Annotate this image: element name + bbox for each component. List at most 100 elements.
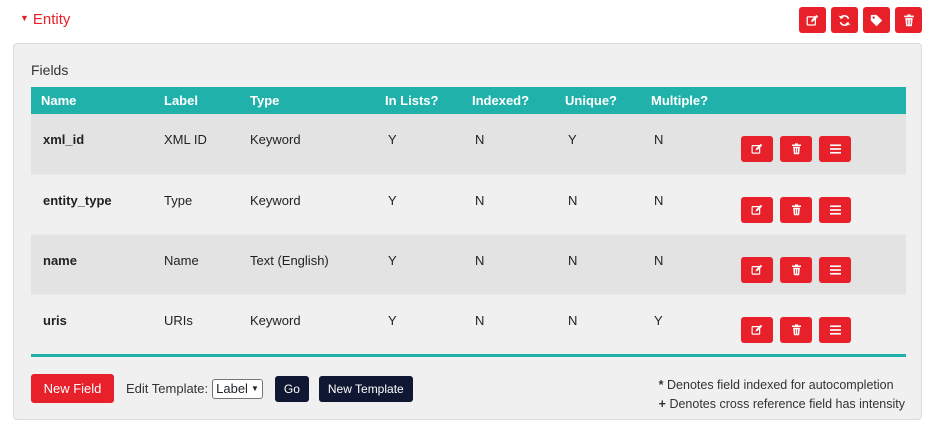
column-header-indexed: Indexed?	[472, 93, 530, 108]
row-actions	[741, 136, 906, 162]
field-type-cell: Keyword	[250, 312, 301, 328]
field-multiple-cell: N	[654, 192, 664, 208]
field-name-cell: uris	[43, 312, 67, 328]
edit-template-label: Edit Template:	[126, 381, 209, 396]
field-name-cell: xml_id	[43, 132, 85, 147]
tag-icon	[870, 14, 883, 26]
caret-down-icon: ▼	[20, 13, 29, 23]
field-label-cell: Type	[164, 192, 193, 208]
field-unique-cell: N	[568, 192, 578, 208]
field-menu-button[interactable]	[819, 256, 851, 283]
field-multiple-cell: Y	[654, 312, 663, 328]
field-name-cell: entity_type	[43, 192, 112, 208]
field-in-lists-cell: Y	[388, 132, 397, 147]
autocomplete-text: Denotes field indexed for autocompletion	[667, 378, 894, 392]
field-multiple-cell: N	[654, 252, 664, 268]
column-header-unique: Unique?	[565, 93, 617, 108]
trash-icon	[791, 143, 801, 155]
crossref-symbol: +	[658, 397, 666, 411]
field-label-cell: XML ID	[164, 132, 207, 147]
delete-field-button[interactable]	[780, 196, 812, 223]
row-actions-cell	[737, 114, 906, 174]
column-header-in-lists: In Lists?	[385, 93, 439, 108]
table-row: name Name Text (English) Y N N N	[31, 234, 906, 294]
trash-icon	[791, 203, 801, 215]
field-indexed-cell: N	[475, 252, 485, 268]
entity-actions	[799, 7, 922, 33]
table-toolbar: New Field Edit Template: Label ▼ Go New …	[31, 374, 413, 403]
trash-icon	[791, 263, 801, 275]
field-unique-cell: Y	[568, 132, 577, 147]
table-header-row: Name Label Type In Lists? Indexed? Uniqu…	[31, 87, 906, 114]
field-menu-button[interactable]	[819, 316, 851, 343]
fields-table: Name Label Type In Lists? Indexed? Uniqu…	[31, 87, 906, 355]
edit-icon	[751, 204, 763, 215]
table-row: entity_type Type Keyword Y N N N	[31, 174, 906, 234]
table-row: uris URIs Keyword Y N N Y	[31, 294, 906, 354]
edit-entity-button[interactable]	[799, 7, 826, 33]
row-actions-cell	[737, 234, 906, 294]
field-indexed-cell: N	[475, 132, 485, 147]
column-header-type: Type	[250, 93, 280, 108]
refresh-entity-button[interactable]	[831, 7, 858, 33]
row-actions-cell	[737, 294, 906, 354]
row-actions	[741, 196, 906, 223]
edit-field-button[interactable]	[741, 316, 773, 343]
edit-field-button[interactable]	[741, 196, 773, 223]
edit-icon	[751, 264, 763, 275]
field-name-cell: name	[43, 252, 77, 268]
delete-field-button[interactable]	[780, 316, 812, 343]
edit-icon	[751, 143, 763, 154]
delete-field-button[interactable]	[780, 136, 812, 162]
table-row: xml_id XML ID Keyword Y N Y N	[31, 114, 906, 174]
field-indexed-cell: N	[475, 192, 485, 208]
field-multiple-cell: N	[654, 132, 664, 147]
field-label-cell: Name	[164, 252, 199, 268]
row-actions	[741, 316, 906, 343]
field-type-cell: Keyword	[250, 192, 301, 208]
menu-icon	[829, 144, 841, 154]
column-header-label: Label	[164, 93, 198, 108]
row-actions-cell	[737, 174, 906, 234]
delete-field-button[interactable]	[780, 256, 812, 283]
trash-icon	[903, 13, 914, 26]
field-menu-button[interactable]	[819, 136, 851, 162]
delete-entity-button[interactable]	[895, 7, 922, 33]
field-unique-cell: N	[568, 252, 578, 268]
fields-title: Fields	[31, 62, 69, 78]
field-in-lists-cell: Y	[388, 192, 397, 208]
autocomplete-symbol: *	[658, 378, 664, 392]
table-footer-divider	[31, 354, 906, 357]
field-indexed-cell: N	[475, 312, 485, 328]
refresh-icon	[838, 14, 851, 26]
field-label-cell: URIs	[164, 312, 193, 328]
menu-icon	[829, 324, 841, 335]
field-type-cell: Keyword	[250, 132, 301, 147]
edit-icon	[806, 14, 819, 26]
field-menu-button[interactable]	[819, 196, 851, 223]
template-select[interactable]: Label ▼	[212, 378, 263, 399]
menu-icon	[829, 264, 841, 275]
legend-notes: * Denotes field indexed for autocompleti…	[659, 376, 905, 414]
column-header-multiple: Multiple?	[651, 93, 709, 108]
new-field-button[interactable]: New Field	[31, 374, 114, 403]
entity-header[interactable]: ▼ Entity	[20, 11, 70, 28]
go-button[interactable]: Go	[274, 375, 309, 402]
field-type-cell: Text (English)	[250, 252, 329, 268]
column-header-actions	[737, 87, 906, 114]
edit-icon	[751, 324, 763, 335]
new-template-button[interactable]: New Template	[318, 375, 413, 402]
chevron-down-icon: ▼	[250, 384, 259, 393]
entity-title: Entity	[32, 11, 71, 28]
column-header-name: Name	[41, 93, 77, 108]
template-select-value: Label	[216, 381, 248, 396]
edit-field-button[interactable]	[741, 136, 773, 162]
trash-icon	[791, 323, 801, 335]
edit-field-button[interactable]	[741, 256, 773, 283]
autocomplete-note: * Denotes field indexed for autocompleti…	[659, 376, 905, 395]
row-actions	[741, 256, 906, 283]
field-in-lists-cell: Y	[388, 312, 397, 328]
menu-icon	[829, 204, 841, 215]
tag-entity-button[interactable]	[863, 7, 890, 33]
field-in-lists-cell: Y	[388, 252, 397, 268]
